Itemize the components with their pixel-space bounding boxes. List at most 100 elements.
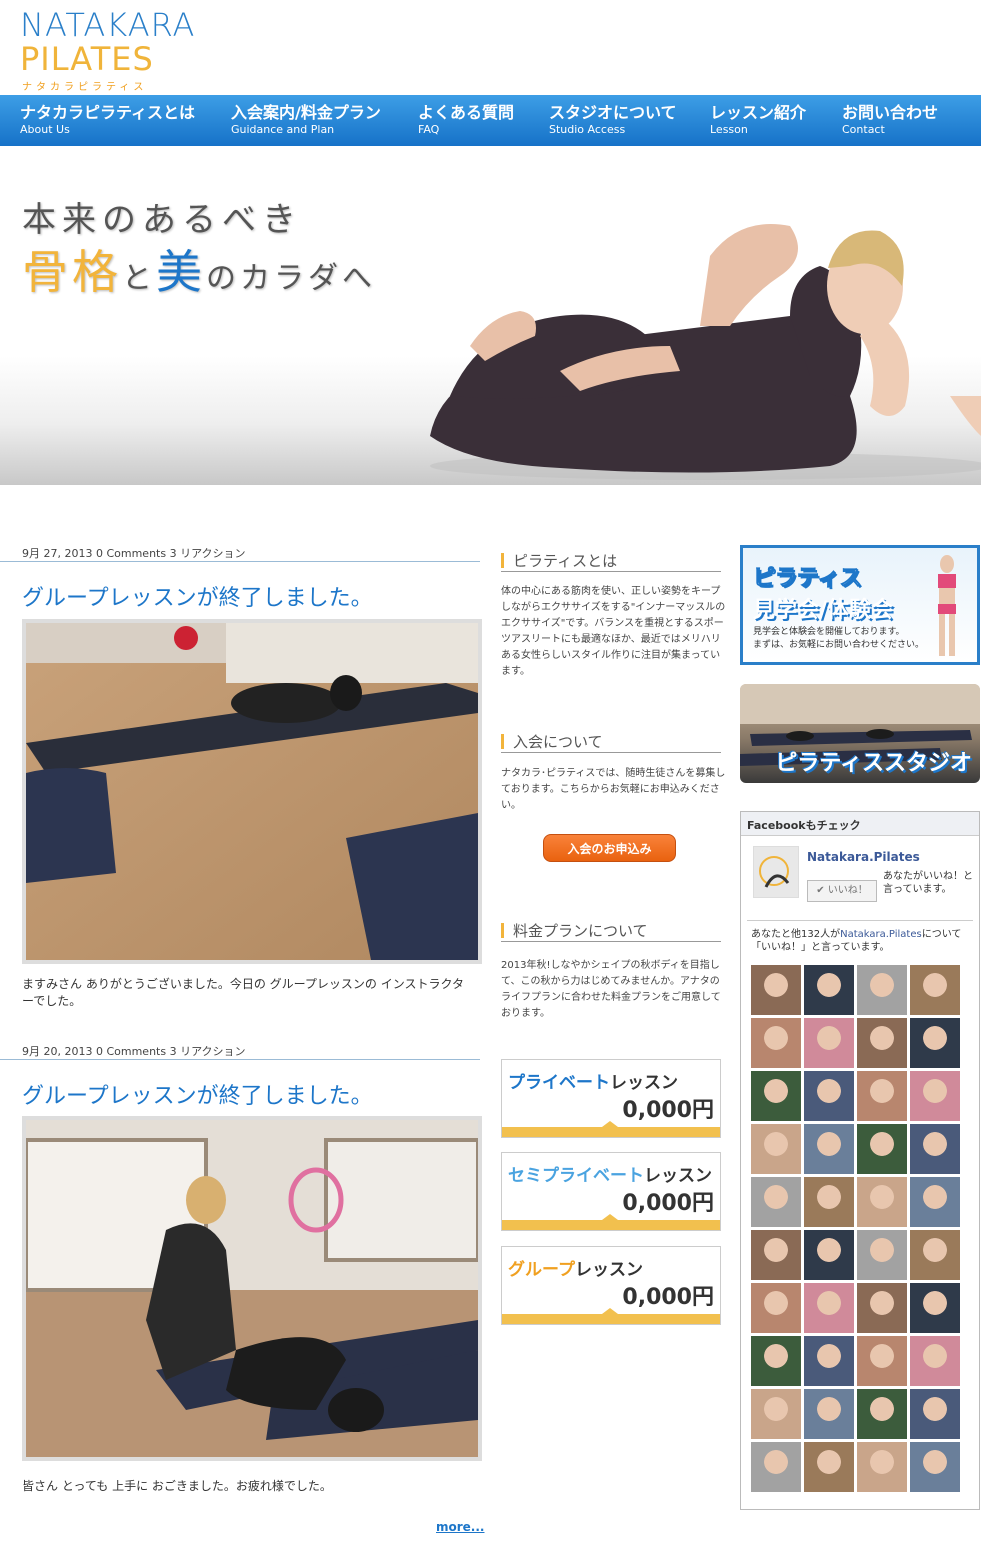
facebook-fan-photo[interactable] — [751, 1124, 801, 1174]
trial-banner-sub1: 見学会と体験会を開催しております。 — [753, 627, 905, 637]
nav-studio-en: Studio Access — [549, 123, 626, 136]
join-apply-button[interactable]: 入会のお申込み — [543, 834, 676, 862]
facebook-fan-photo[interactable] — [751, 1283, 801, 1333]
nav-about-jp: ナタカラピラティスとは — [20, 103, 196, 122]
nav-lesson-en: Lesson — [710, 123, 748, 136]
facebook-like-button[interactable]: ✔ いいね！ — [807, 880, 877, 902]
nav-contact[interactable]: お問い合わせ Contact — [842, 103, 938, 137]
price-semiprivate-bar — [502, 1220, 720, 1230]
studio-banner[interactable]: ピラティススタジオ — [740, 684, 980, 783]
facebook-fan-photo[interactable] — [910, 1336, 960, 1386]
facebook-fan-photo[interactable] — [804, 1442, 854, 1492]
facebook-fan-photo[interactable] — [910, 1230, 960, 1280]
facebook-fan-photo[interactable] — [751, 1336, 801, 1386]
trial-model-figure — [938, 555, 956, 656]
facebook-widget-heading: Facebookもチェック — [741, 812, 979, 836]
facebook-fan-photo[interactable] — [751, 1389, 801, 1439]
price-semiprivate[interactable]: セミプライベートレッスン 0,000円 — [501, 1152, 721, 1231]
nav-contact-jp: お問い合わせ — [842, 103, 939, 122]
hero-tagline-2: 骨格と美のカラダへ — [22, 236, 376, 302]
facebook-fan-photo[interactable] — [751, 1018, 801, 1068]
nav-faq-en: FAQ — [418, 123, 440, 136]
facebook-fan-photo[interactable] — [751, 1071, 801, 1121]
price-private-name: プライベートレッスン — [508, 1068, 678, 1093]
facebook-fan-photo[interactable] — [751, 965, 801, 1015]
facebook-fan-photo[interactable] — [910, 965, 960, 1015]
facebook-fan-photo[interactable] — [751, 1442, 801, 1492]
facebook-fan-photo[interactable] — [857, 965, 907, 1015]
facebook-fan-photo[interactable] — [857, 1336, 907, 1386]
facebook-fan-photo[interactable] — [804, 1071, 854, 1121]
price-group[interactable]: グループレッスン 0,000円 — [501, 1246, 721, 1325]
nav-about[interactable]: ナタカラピラティスとは About Us — [20, 103, 195, 137]
facebook-fan-photo[interactable] — [857, 1230, 907, 1280]
post-1-title[interactable]: グループレッスンが終了しました。 — [22, 580, 373, 612]
hero-model-photo — [430, 224, 981, 480]
facebook-fan-photo[interactable] — [857, 1018, 907, 1068]
facebook-fan-photo[interactable] — [857, 1442, 907, 1492]
nav-about-en: About Us — [20, 123, 70, 136]
trial-banner-line2: 見学会/体験会 — [753, 598, 894, 623]
facebook-fan-photo[interactable] — [857, 1071, 907, 1121]
facebook-like-status: あなたがいいね！と言っています。 — [883, 871, 973, 895]
facebook-fan-photo[interactable] — [910, 1442, 960, 1492]
hero-word-and: と — [122, 261, 156, 296]
price-private-highlight: プライベート — [508, 1073, 610, 1093]
facebook-fan-photo[interactable] — [910, 1018, 960, 1068]
facebook-fan-photo[interactable] — [910, 1389, 960, 1439]
facebook-fan-photo[interactable] — [804, 1124, 854, 1174]
facebook-fan-photo[interactable] — [910, 1071, 960, 1121]
post-1-meta: 9月 27, 2013 0 Comments 3 リアクション — [22, 547, 246, 560]
logo-line1: NATAKARA — [20, 6, 196, 44]
main-nav: ナタカラピラティスとは About Us 入会案内/料金プラン Guidance… — [0, 95, 981, 146]
facebook-fan-photo[interactable] — [804, 1230, 854, 1280]
about-pilates-heading: ピラティスとは — [501, 550, 721, 572]
price-semiprivate-rest: レッスン — [644, 1166, 712, 1186]
post-2-title[interactable]: グループレッスンが終了しました。 — [22, 1078, 373, 1110]
facebook-fan-photo[interactable] — [857, 1389, 907, 1439]
post-1-photo[interactable] — [22, 619, 482, 964]
nav-studio[interactable]: スタジオについて Studio Access — [549, 103, 677, 137]
nav-guidance-en: Guidance and Plan — [231, 123, 335, 136]
price-private-rest: レッスン — [610, 1073, 678, 1093]
facebook-page-avatar[interactable] — [753, 846, 799, 898]
post-2-divider — [0, 1059, 480, 1060]
facebook-fan-photo[interactable] — [910, 1177, 960, 1227]
facebook-fan-photo[interactable] — [857, 1124, 907, 1174]
trial-banner-line1: ピラティス — [753, 566, 863, 592]
facebook-fan-photo[interactable] — [804, 1177, 854, 1227]
nav-guidance-jp: 入会案内/料金プラン — [231, 103, 381, 122]
post-2-photo[interactable] — [22, 1116, 482, 1461]
facebook-fan-photo[interactable] — [751, 1177, 801, 1227]
facebook-like-count-link[interactable]: Natakara.Pilates — [840, 929, 922, 940]
facebook-fan-photo[interactable] — [804, 965, 854, 1015]
facebook-fan-photo[interactable] — [804, 1018, 854, 1068]
price-group-value: 0,000円 — [622, 1285, 714, 1310]
trial-session-banner[interactable]: ピラティス 見学会/体験会 見学会と体験会を開催しております。 まずは、お気軽に… — [740, 545, 980, 665]
facebook-page-name[interactable]: Natakara.Pilates — [807, 850, 920, 864]
nav-lesson-jp: レッスン紹介 — [710, 103, 807, 122]
price-private-bar — [502, 1127, 720, 1137]
site-logo[interactable]: NATAKARA PILATES ナタカラピラティス — [20, 6, 220, 93]
facebook-fan-photo[interactable] — [857, 1177, 907, 1227]
nav-guidance[interactable]: 入会案内/料金プラン Guidance and Plan — [231, 103, 381, 137]
nav-studio-jp: スタジオについて — [549, 103, 677, 122]
logo-line2: PILATES — [20, 40, 154, 78]
facebook-divider — [747, 920, 973, 921]
facebook-fan-photo[interactable] — [804, 1336, 854, 1386]
facebook-fan-photo[interactable] — [751, 1230, 801, 1280]
nav-contact-en: Contact — [842, 123, 885, 136]
facebook-fan-photo[interactable] — [804, 1283, 854, 1333]
facebook-fan-photo[interactable] — [804, 1389, 854, 1439]
facebook-fan-photo[interactable] — [910, 1124, 960, 1174]
facebook-fan-photo[interactable] — [910, 1283, 960, 1333]
more-link[interactable]: more... — [436, 1520, 484, 1534]
facebook-fan-photo[interactable] — [857, 1283, 907, 1333]
nav-lesson[interactable]: レッスン紹介 Lesson — [710, 103, 806, 137]
price-private[interactable]: プライベートレッスン 0,000円 — [501, 1059, 721, 1138]
nav-faq[interactable]: よくある質問 FAQ — [418, 103, 514, 137]
studio-banner-label: ピラティススタジオ — [775, 751, 972, 776]
post-2-body: 皆さん とっても 上手に おごきました。お疲れ様でした。 — [22, 1479, 332, 1493]
logo-kana: ナタカラピラティス — [22, 82, 148, 93]
post-1-body: ますみさん ありがとうございました。今日の グループレッスンの インストラクター… — [22, 977, 465, 1008]
